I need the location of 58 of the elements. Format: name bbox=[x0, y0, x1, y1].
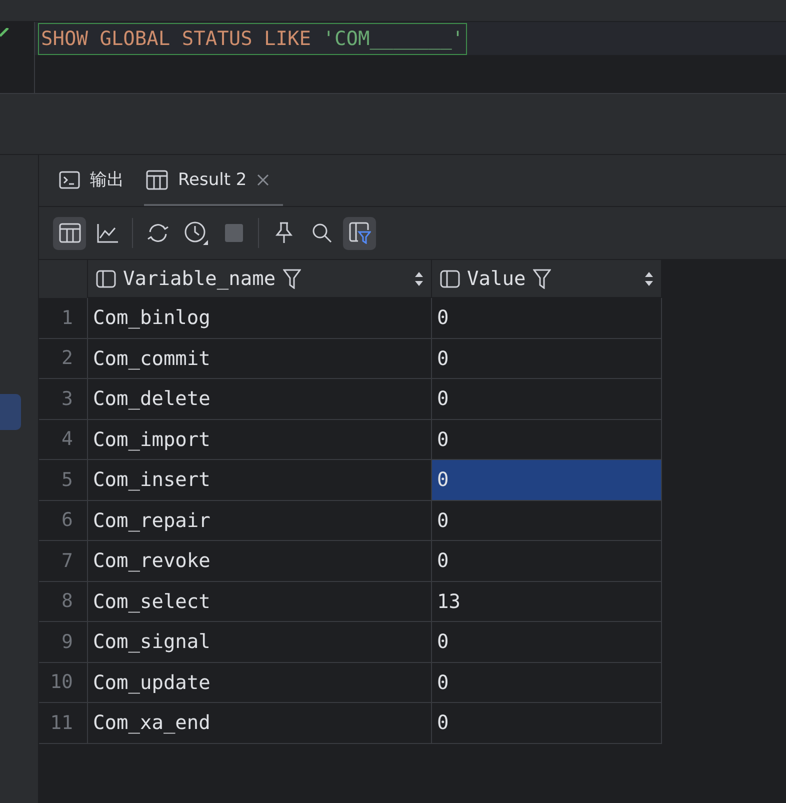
table-icon bbox=[58, 223, 80, 243]
row-number: 4 bbox=[39, 420, 88, 460]
table-cell[interactable]: Com_signal bbox=[88, 622, 432, 662]
row-number: 10 bbox=[39, 662, 88, 703]
column-filter-icon bbox=[348, 222, 370, 244]
table-cell[interactable]: 0 bbox=[432, 622, 662, 662]
table-cell[interactable]: 0 bbox=[432, 379, 662, 420]
refresh-icon bbox=[146, 223, 170, 243]
row-number: 8 bbox=[39, 582, 88, 622]
table-cell[interactable]: 13 bbox=[432, 582, 662, 622]
table-cell[interactable]: 0 bbox=[432, 500, 662, 541]
table-cell[interactable]: Com_select bbox=[88, 582, 432, 622]
console-icon bbox=[59, 170, 80, 188]
table-cell[interactable]: 0 bbox=[432, 298, 662, 338]
row-number: 2 bbox=[39, 338, 88, 379]
column-header[interactable]: Variable_name bbox=[88, 260, 432, 298]
column-title: Variable_name bbox=[123, 267, 276, 290]
tab-label: 输出 bbox=[90, 169, 124, 191]
close-icon[interactable] bbox=[256, 174, 269, 186]
row-number: 6 bbox=[39, 500, 88, 541]
filter-icon[interactable] bbox=[282, 268, 301, 288]
search-icon bbox=[312, 223, 332, 243]
table-cell[interactable]: Com_binlog bbox=[88, 298, 432, 338]
stop-icon bbox=[224, 224, 242, 242]
filter-icon[interactable] bbox=[532, 268, 551, 288]
pin-icon bbox=[274, 222, 292, 244]
column-icon bbox=[96, 270, 116, 288]
table-cell[interactable]: Com_import bbox=[88, 420, 432, 460]
row-number: 5 bbox=[39, 460, 88, 500]
row-number: 1 bbox=[39, 298, 88, 338]
row-number: 7 bbox=[39, 541, 88, 582]
toolbar-button[interactable] bbox=[343, 216, 376, 250]
clock-icon bbox=[184, 221, 208, 245]
table-cell[interactable]: Com_commit bbox=[88, 338, 432, 379]
table-cell[interactable]: 0 bbox=[432, 703, 662, 744]
table-cell[interactable]: Com_insert bbox=[88, 460, 432, 500]
table-cell[interactable]: 0 bbox=[432, 662, 662, 703]
table-cell[interactable]: 0 bbox=[432, 541, 662, 582]
toolbar-button[interactable] bbox=[53, 216, 86, 250]
line-chart-icon bbox=[96, 223, 118, 243]
table-cell[interactable]: 0 bbox=[432, 338, 662, 379]
column-icon bbox=[440, 270, 460, 288]
table-cell[interactable]: Com_delete bbox=[88, 379, 432, 420]
column-header[interactable]: Value bbox=[432, 260, 662, 298]
row-number: 3 bbox=[39, 379, 88, 420]
sort-icon[interactable] bbox=[415, 272, 423, 286]
table-icon bbox=[146, 170, 168, 190]
column-title: Value bbox=[467, 267, 526, 290]
sort-icon[interactable] bbox=[645, 272, 653, 286]
table-cell[interactable]: Com_xa_end bbox=[88, 703, 432, 744]
table-cell[interactable]: 0 bbox=[432, 460, 662, 500]
table-cell[interactable]: Com_repair bbox=[88, 500, 432, 541]
row-number: 11 bbox=[39, 703, 88, 744]
tab-label: Result 2 bbox=[178, 170, 247, 190]
row-number: 9 bbox=[39, 622, 88, 662]
tab[interactable]: 输出 bbox=[57, 155, 138, 206]
table-cell[interactable]: Com_revoke bbox=[88, 541, 432, 582]
table-cell[interactable]: Com_update bbox=[88, 662, 432, 703]
